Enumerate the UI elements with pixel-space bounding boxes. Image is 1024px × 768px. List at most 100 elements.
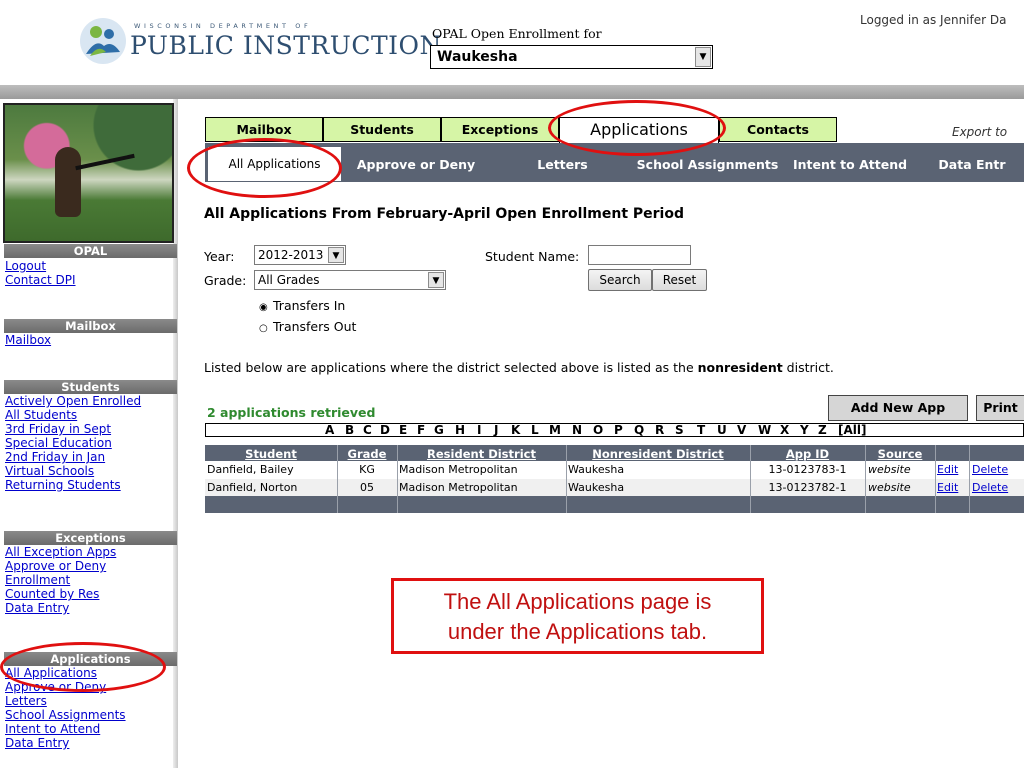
sidebar-link-special-education[interactable]: Special Education (5, 436, 112, 450)
alpha-letter[interactable]: H (455, 424, 465, 436)
subtab-intent-to-attend[interactable]: Intent to Attend (780, 146, 920, 182)
sidebar-link-letters[interactable]: Letters (5, 694, 47, 708)
results-count: 2 applications retrieved (207, 405, 376, 420)
sidebar-link-returning-students[interactable]: Returning Students (5, 478, 121, 492)
edit-link[interactable]: Edit (937, 481, 958, 494)
delete-link[interactable]: Delete (972, 481, 1008, 494)
alpha-letter[interactable]: A (325, 424, 334, 436)
alpha-letter[interactable]: P (614, 424, 623, 436)
alpha-letter[interactable]: N (572, 424, 582, 436)
alpha-letter[interactable]: K (511, 424, 520, 436)
col-student[interactable]: Student (205, 447, 337, 461)
sidebar-link-all-exception-apps[interactable]: All Exception Apps (5, 545, 116, 559)
alpha-letter[interactable]: E (399, 424, 407, 436)
callout-line1: The All Applications page is (443, 589, 712, 614)
alpha-letter[interactable]: I (477, 424, 481, 436)
alpha-letter[interactable]: J (494, 424, 498, 436)
delete-link[interactable]: Delete (972, 463, 1008, 476)
alpha-letter[interactable]: Q (634, 424, 644, 436)
year-select[interactable]: 2012-2013 ▼ (254, 245, 346, 265)
alpha-letter[interactable]: X (780, 424, 789, 436)
cell-grade: KG (359, 463, 375, 476)
grade-select[interactable]: All Grades ▼ (254, 270, 446, 290)
alpha-letter[interactable]: Z (818, 424, 827, 436)
sidebar-link-2nd-friday[interactable]: 2nd Friday in Jan (5, 450, 105, 464)
cell-resident: Madison Metropolitan (399, 481, 518, 494)
alpha-letter[interactable]: U (717, 424, 727, 436)
radio-transfers-out[interactable]: ○ Transfers Out (259, 319, 356, 334)
radio-transfers-in[interactable]: ◉ Transfers In (259, 298, 345, 313)
sidebar-head-opal: OPAL (4, 244, 177, 258)
note-text-bold: nonresident (697, 360, 783, 375)
logo-line1: WISCONSIN DEPARTMENT OF (134, 22, 312, 30)
radio-transfers-out-label: Transfers Out (273, 319, 357, 334)
col-source[interactable]: Source (865, 447, 935, 461)
cell-app-id: 13-0123783-1 (768, 463, 847, 476)
sidebar-link-all-students[interactable]: All Students (5, 408, 77, 422)
col-app-id[interactable]: App ID (750, 447, 865, 461)
alpha-letter[interactable]: W (758, 424, 771, 436)
sidebar-link-actively-open-enrolled[interactable]: Actively Open Enrolled (5, 394, 141, 408)
alpha-letter[interactable]: L (531, 424, 539, 436)
chevron-down-icon[interactable]: ▼ (695, 47, 711, 67)
alpha-letter[interactable]: D (380, 424, 390, 436)
alpha-letter[interactable]: M (549, 424, 561, 436)
alpha-letter[interactable]: C (363, 424, 372, 436)
alpha-letter[interactable]: Y (800, 424, 809, 436)
sidebar-link-logout[interactable]: Logout (5, 259, 46, 273)
tab-contacts[interactable]: Contacts (719, 117, 837, 142)
sidebar-link-intent-to-attend[interactable]: Intent to Attend (5, 722, 100, 736)
sidebar-link-school-assignments[interactable]: School Assignments (5, 708, 126, 722)
alpha-letter[interactable]: R (655, 424, 664, 436)
table-footer-row (205, 496, 1024, 513)
alpha-letter[interactable]: S (675, 424, 684, 436)
export-link[interactable]: Export to (952, 125, 1007, 139)
annotation-oval-applications-tab (548, 100, 726, 156)
alpha-letter[interactable]: V (737, 424, 746, 436)
add-new-app-button[interactable]: Add New App (828, 395, 968, 421)
sidebar-link-counted-by-res[interactable]: Counted by Res (5, 587, 99, 601)
cell-nonresident: Waukesha (568, 463, 625, 476)
grade-value: All Grades (258, 273, 320, 287)
sidebar-link-contact-dpi[interactable]: Contact DPI (5, 273, 76, 287)
alpha-letter[interactable]: F (417, 424, 425, 436)
sidebar-link-enrollment[interactable]: Enrollment (5, 573, 70, 587)
alpha-letter[interactable]: O (593, 424, 603, 436)
annotation-oval-all-applications-subtab (187, 138, 342, 198)
chevron-down-icon[interactable]: ▼ (328, 247, 344, 263)
subtab-approve-or-deny[interactable]: Approve or Deny (342, 146, 490, 182)
page-title: All Applications From February-April Ope… (204, 206, 684, 222)
search-button[interactable]: Search (588, 269, 652, 291)
sidebar-link-applications-data-entry[interactable]: Data Entry (5, 736, 69, 750)
student-name-input[interactable] (588, 245, 691, 265)
col-grade[interactable]: Grade (337, 447, 397, 461)
note-text-pre: Listed below are applications where the … (204, 360, 698, 375)
radio-selected-icon[interactable]: ◉ (259, 302, 269, 313)
edit-link[interactable]: Edit (937, 463, 958, 476)
sidebar-link-exceptions-approve-deny[interactable]: Approve or Deny (5, 559, 106, 573)
table-row: Danfield, Bailey KG Madison Metropolitan… (205, 461, 1024, 478)
alpha-letter[interactable]: T (697, 424, 705, 436)
alpha-letter[interactable]: B (345, 424, 354, 436)
sidebar-link-exceptions-data-entry[interactable]: Data Entry (5, 601, 69, 615)
cell-student: Danfield, Norton (207, 481, 298, 494)
col-nonresident-district[interactable]: Nonresident District (566, 447, 750, 461)
cell-nonresident: Waukesha (568, 481, 625, 494)
sidebar-link-3rd-friday[interactable]: 3rd Friday in Sept (5, 422, 111, 436)
alpha-letter-all[interactable]: [All] (838, 424, 866, 436)
logo-line2: PUBLIC INSTRUCTION (130, 31, 442, 60)
sidebar-link-mailbox[interactable]: Mailbox (5, 333, 51, 347)
print-button[interactable]: Print (976, 395, 1024, 421)
col-resident-district[interactable]: Resident District (397, 447, 566, 461)
results-note: Listed below are applications where the … (204, 360, 834, 375)
subtab-data-entry[interactable]: Data Entr (920, 146, 1024, 182)
sidebar-link-virtual-schools[interactable]: Virtual Schools (5, 464, 94, 478)
reset-button[interactable]: Reset (652, 269, 707, 291)
tab-exceptions[interactable]: Exceptions (441, 117, 559, 142)
tab-students[interactable]: Students (323, 117, 441, 142)
col-divider (566, 445, 567, 513)
radio-unselected-icon[interactable]: ○ (259, 323, 269, 334)
alpha-letter[interactable]: G (434, 424, 444, 436)
chevron-down-icon[interactable]: ▼ (428, 272, 444, 288)
district-select[interactable]: Waukesha ▼ (430, 45, 713, 69)
